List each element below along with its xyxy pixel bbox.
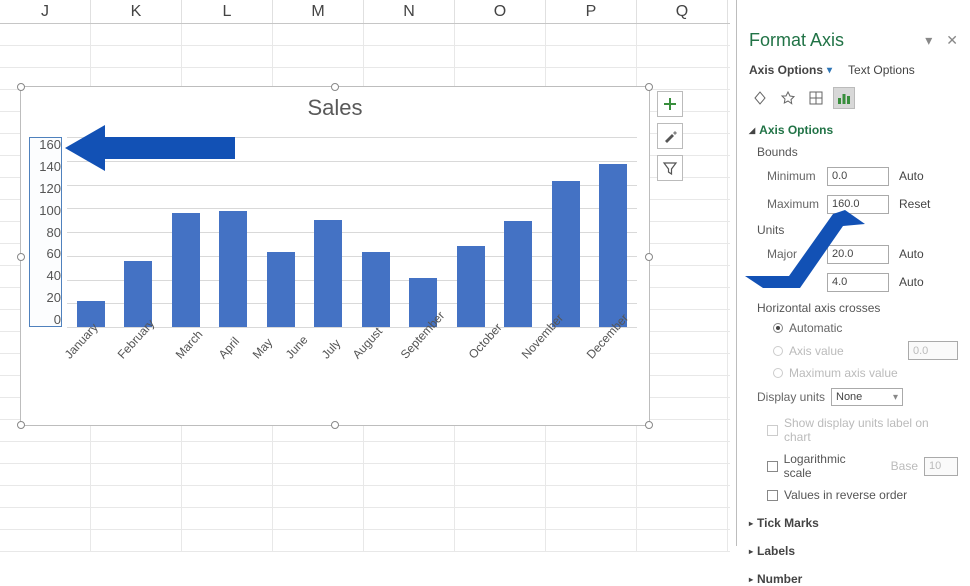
x-axis-labels: JanuaryFebruaryMarchAprilMayJuneJulyAugu… xyxy=(67,332,637,346)
radio-max-axis-value[interactable]: Maximum axis value xyxy=(773,366,958,380)
size-properties-icon[interactable] xyxy=(805,87,827,109)
tab-axis-options[interactable]: Axis Options ▾ xyxy=(749,63,832,77)
radio-automatic[interactable]: Automatic xyxy=(773,321,958,335)
bar[interactable] xyxy=(552,181,580,327)
bounds-label: Bounds xyxy=(757,145,958,159)
column-headers: J K L M N O P Q xyxy=(0,0,730,24)
chart-elements-button[interactable] xyxy=(657,91,683,117)
axis-options-section[interactable]: ◢Axis Options xyxy=(749,123,958,137)
bar[interactable] xyxy=(267,252,295,327)
display-units-select[interactable]: None xyxy=(831,388,903,406)
maximum-reset-button[interactable]: Reset xyxy=(899,197,930,211)
format-axis-pane: Format Axis ▾ ✕ Axis Options ▾ Text Opti… xyxy=(736,0,970,546)
col-header[interactable]: O xyxy=(455,0,546,23)
show-units-label-check: Show display units label on chart xyxy=(767,416,958,444)
chart-title[interactable]: Sales xyxy=(21,95,649,121)
minor-label: Minor xyxy=(767,275,827,289)
maximum-label: Maximum xyxy=(767,197,827,211)
pane-title-text: Format Axis xyxy=(749,30,844,51)
x-tick-label: May xyxy=(250,328,282,362)
plot-area[interactable] xyxy=(67,137,637,327)
units-label: Units xyxy=(757,223,958,237)
y-axis-labels: 160140120100806040200 xyxy=(31,137,61,327)
x-tick-label: June xyxy=(282,325,317,361)
log-base-input xyxy=(924,457,958,476)
col-header[interactable]: Q xyxy=(637,0,728,23)
pane-dropdown-icon[interactable]: ▾ xyxy=(925,32,932,49)
hcrosses-label: Horizontal axis crosses xyxy=(757,301,958,315)
col-header[interactable]: J xyxy=(0,0,91,23)
col-header[interactable]: M xyxy=(273,0,364,23)
x-tick-label: April xyxy=(216,327,249,362)
chart-styles-button[interactable] xyxy=(657,123,683,149)
maximum-input[interactable] xyxy=(827,195,889,214)
minimum-label: Minimum xyxy=(767,169,827,183)
pane-close-icon[interactable]: ✕ xyxy=(946,32,958,49)
log-scale-check[interactable]: Logarithmic scale Base xyxy=(767,452,958,480)
col-header[interactable]: K xyxy=(91,0,182,23)
bar[interactable] xyxy=(172,213,200,327)
fill-line-icon[interactable] xyxy=(749,87,771,109)
bar[interactable] xyxy=(314,220,342,327)
col-header[interactable]: N xyxy=(364,0,455,23)
chart-filters-button[interactable] xyxy=(657,155,683,181)
col-header[interactable]: P xyxy=(546,0,637,23)
minor-input[interactable] xyxy=(827,273,889,292)
reverse-order-check[interactable]: Values in reverse order xyxy=(767,488,958,502)
minimum-input[interactable] xyxy=(827,167,889,186)
tick-marks-section[interactable]: ▸Tick Marks xyxy=(749,516,958,530)
labels-section[interactable]: ▸Labels xyxy=(749,544,958,558)
axis-value-input xyxy=(908,341,958,360)
minimum-auto-button[interactable]: Auto xyxy=(899,169,924,183)
axis-options-icon[interactable] xyxy=(833,87,855,109)
col-header[interactable]: L xyxy=(182,0,273,23)
bar[interactable] xyxy=(457,246,485,327)
pane-title: Format Axis ▾ ✕ xyxy=(749,30,958,51)
number-section[interactable]: ▸Number xyxy=(749,572,958,586)
bar[interactable] xyxy=(504,221,532,327)
major-input[interactable] xyxy=(827,245,889,264)
tab-text-options[interactable]: Text Options xyxy=(848,63,915,77)
effects-icon[interactable] xyxy=(777,87,799,109)
bar[interactable] xyxy=(362,252,390,327)
minor-auto-button[interactable]: Auto xyxy=(899,275,924,289)
worksheet[interactable]: J K L M N O P Q Sales 160140120100806040… xyxy=(0,0,730,546)
chart-side-buttons xyxy=(657,91,685,181)
bar[interactable] xyxy=(599,164,627,327)
bar[interactable] xyxy=(219,211,247,327)
radio-axis-value[interactable]: Axis value xyxy=(773,341,958,360)
major-label: Major xyxy=(767,247,827,261)
display-units-label: Display units xyxy=(757,390,831,404)
chart[interactable]: Sales 160140120100806040200 JanuaryFebru… xyxy=(20,86,650,426)
major-auto-button[interactable]: Auto xyxy=(899,247,924,261)
x-tick-label: July xyxy=(319,329,350,362)
